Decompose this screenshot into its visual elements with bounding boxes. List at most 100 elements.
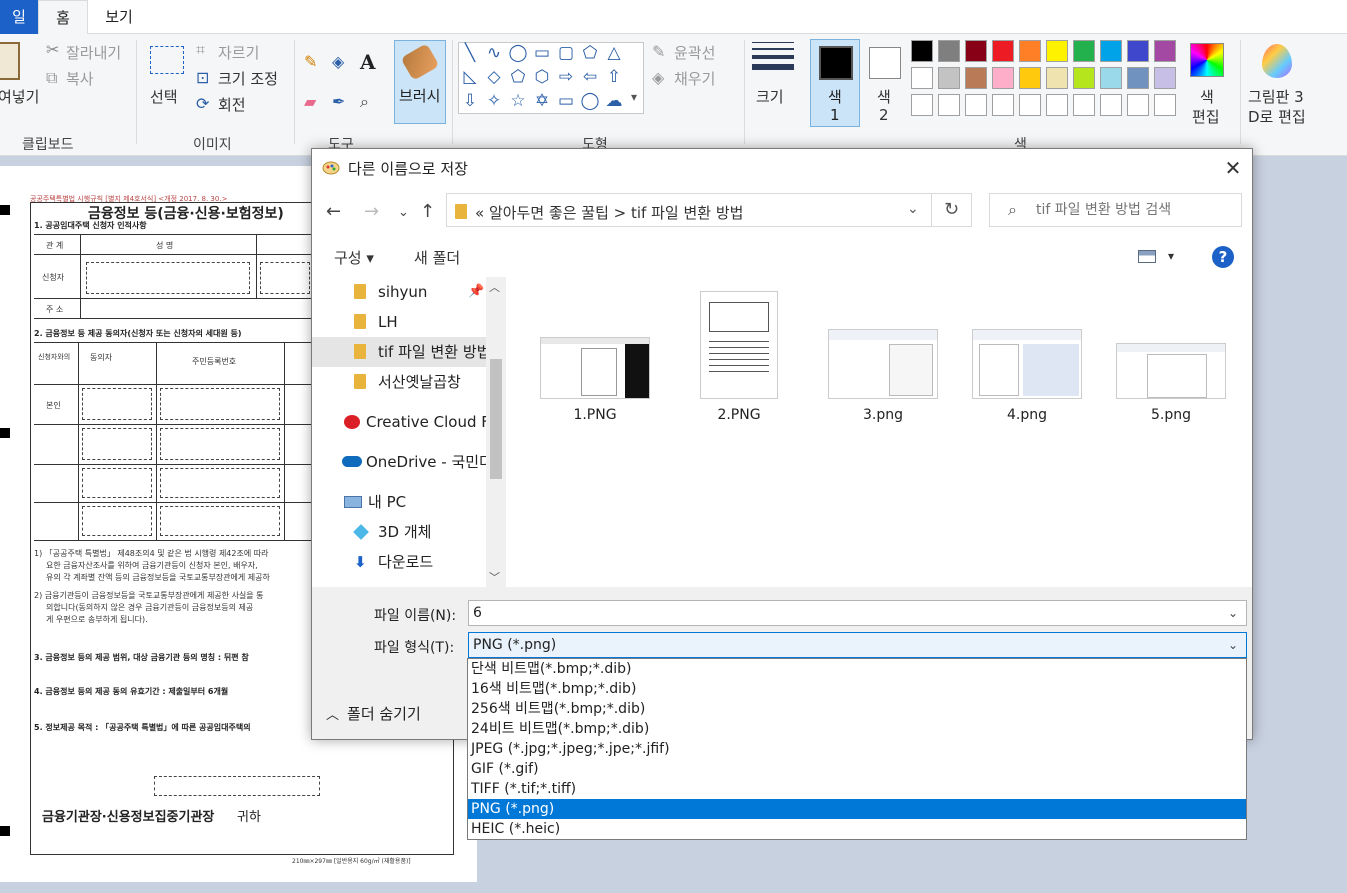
filetype-option[interactable]: PNG (*.png) — [468, 799, 1246, 819]
color-swatch[interactable] — [1046, 40, 1068, 62]
eraser-icon[interactable]: ▰ — [304, 92, 316, 111]
size-icon[interactable] — [752, 42, 794, 75]
file-item[interactable]: 1.PNG — [530, 337, 660, 423]
nav-item-lh[interactable]: LH — [354, 307, 486, 337]
paint3d-label[interactable]: 그림판 3 — [1248, 86, 1304, 107]
callout-oval-icon[interactable]: ◯ — [580, 91, 600, 111]
nav-item-downloads[interactable]: ⬇ 다운로드 — [354, 547, 486, 577]
nav-item-sihyun[interactable]: sihyun 📌 — [354, 277, 486, 307]
resize-handle[interactable] — [0, 205, 10, 215]
color-swatch[interactable] — [938, 94, 960, 116]
paste-icon[interactable] — [0, 42, 20, 80]
rectangle-shape-icon[interactable]: ▭ — [532, 43, 552, 63]
forward-arrow-icon[interactable]: → — [364, 201, 379, 222]
new-folder-button[interactable]: 새 폴더 — [414, 247, 460, 268]
chevron-down-icon[interactable]: ⌄ — [907, 201, 919, 217]
shapes-more-icon[interactable]: ▾ — [631, 90, 637, 104]
color2-number[interactable]: 2 — [879, 106, 889, 124]
color-swatch[interactable] — [1019, 40, 1041, 62]
color-swatch[interactable] — [1019, 67, 1041, 89]
pin-icon[interactable]: 📌 — [468, 277, 484, 307]
resize-button[interactable]: 크기 조정 — [218, 68, 278, 89]
breadcrumb[interactable]: « 알아두면 좋은 꿀팁 > tif 파일 변환 방법 — [475, 202, 743, 223]
right-triangle-icon[interactable]: ◺ — [460, 67, 480, 87]
color-swatch[interactable] — [1127, 94, 1149, 116]
color-swatch[interactable] — [1073, 40, 1095, 62]
left-arrow-icon[interactable]: ⇦ — [580, 67, 600, 87]
outline-button[interactable]: 윤곽선 — [674, 42, 715, 63]
filetype-select[interactable]: PNG (*.png) ⌄ — [468, 632, 1247, 658]
chevron-down-icon[interactable]: ⌄ — [1228, 633, 1238, 657]
back-arrow-icon[interactable]: ← — [326, 201, 341, 222]
search-box[interactable]: ⌕ — [989, 193, 1242, 227]
oval-shape-icon[interactable]: ◯ — [508, 43, 528, 63]
tab-home[interactable]: 홈 — [38, 0, 88, 34]
cut-button[interactable]: 잘라내기 — [66, 42, 121, 63]
nav-item-creative-cloud[interactable]: Creative Cloud Fil — [344, 407, 497, 437]
four-point-star-icon[interactable]: ✧ — [484, 91, 504, 111]
nav-item-onedrive[interactable]: OneDrive - 국민다 — [342, 447, 493, 477]
color-swatch[interactable] — [1154, 94, 1176, 116]
polygon-shape-icon[interactable]: ⬠ — [580, 43, 600, 63]
color-swatch[interactable] — [965, 67, 987, 89]
nav-item-this-pc[interactable]: 내 PC — [344, 487, 486, 517]
color-swatch[interactable] — [1046, 94, 1068, 116]
paste-button[interactable]: 여넣기 — [0, 86, 39, 107]
color-swatch[interactable] — [1100, 67, 1122, 89]
color-swatch[interactable] — [1046, 67, 1068, 89]
color-swatch[interactable] — [1127, 67, 1149, 89]
copy-button[interactable]: 복사 — [66, 68, 94, 89]
size-button[interactable]: 크기 — [756, 86, 784, 107]
color-swatch[interactable] — [965, 94, 987, 116]
curve-shape-icon[interactable]: ∿ — [484, 43, 504, 63]
search-input[interactable] — [1036, 199, 1236, 221]
file-item[interactable]: 3.png — [818, 329, 948, 423]
six-point-star-icon[interactable]: ✡ — [532, 91, 552, 111]
refresh-icon[interactable]: ↻ — [932, 193, 972, 227]
file-item[interactable]: 2.PNG — [674, 291, 804, 423]
nav-item-tif-folder[interactable]: tif 파일 변환 방법 — [312, 337, 490, 367]
color2-label[interactable]: 색 — [877, 86, 891, 107]
triangle-shape-icon[interactable]: △ — [604, 43, 624, 63]
filetype-option[interactable]: HEIC (*.heic) — [468, 819, 1246, 839]
line-shape-icon[interactable]: ╲ — [460, 43, 480, 63]
color-swatch[interactable] — [1073, 94, 1095, 116]
filetype-option[interactable]: 16색 비트맵(*.bmp;*.dib) — [468, 679, 1246, 699]
brushes-button[interactable]: 브러시 — [394, 40, 446, 124]
color-swatch[interactable] — [938, 67, 960, 89]
select-button[interactable]: 선택 — [150, 86, 178, 107]
organize-button[interactable]: 구성 ▾ — [334, 247, 374, 268]
resize-handle[interactable] — [0, 428, 10, 438]
up-arrow-icon[interactable]: ↑ — [420, 201, 435, 222]
color-swatch[interactable] — [1100, 40, 1122, 62]
filetype-option[interactable]: GIF (*.gif) — [468, 759, 1246, 779]
edit-colors-icon[interactable] — [1190, 43, 1224, 77]
color-swatch[interactable] — [992, 40, 1014, 62]
nav-item-3d-objects[interactable]: 3D 개체 — [353, 517, 486, 547]
filename-field[interactable]: 6 ⌄ — [468, 600, 1247, 626]
color1-button[interactable]: 색 1 — [810, 39, 860, 127]
tab-view[interactable]: 보기 — [88, 0, 150, 34]
up-arrow-icon[interactable]: ⇧ — [604, 67, 624, 87]
chevron-down-icon[interactable]: ⌄ — [1228, 601, 1238, 625]
pentagon-shape-icon[interactable]: ⬠ — [508, 67, 528, 87]
color-swatch[interactable] — [1100, 94, 1122, 116]
filetype-option[interactable]: 256색 비트맵(*.bmp;*.dib) — [468, 699, 1246, 719]
tab-file[interactable]: 일 — [0, 0, 38, 34]
color-swatch[interactable] — [1073, 67, 1095, 89]
view-options-icon[interactable] — [1138, 250, 1156, 263]
color2-swatch[interactable] — [869, 47, 901, 79]
paint3d-icon[interactable] — [1262, 44, 1292, 78]
file-item[interactable]: 4.png — [962, 329, 1092, 423]
pencil-icon[interactable]: ✎ — [304, 52, 317, 71]
rotate-button[interactable]: 회전 — [218, 94, 246, 115]
address-bar[interactable]: « 알아두면 좋은 꿀팁 > tif 파일 변환 방법 ⌄ — [446, 193, 932, 227]
help-icon[interactable]: ? — [1212, 246, 1234, 268]
callout-cloud-icon[interactable]: ☁ — [604, 91, 624, 111]
color-swatch[interactable] — [1154, 40, 1176, 62]
filetype-option[interactable]: 24비트 비트맵(*.bmp;*.dib) — [468, 719, 1246, 739]
color-swatch[interactable] — [911, 67, 933, 89]
fill-bucket-icon[interactable]: ◈ — [332, 52, 344, 71]
view-dropdown-icon[interactable]: ▾ — [1168, 249, 1174, 263]
filetype-option[interactable]: TIFF (*.tif;*.tiff) — [468, 779, 1246, 799]
